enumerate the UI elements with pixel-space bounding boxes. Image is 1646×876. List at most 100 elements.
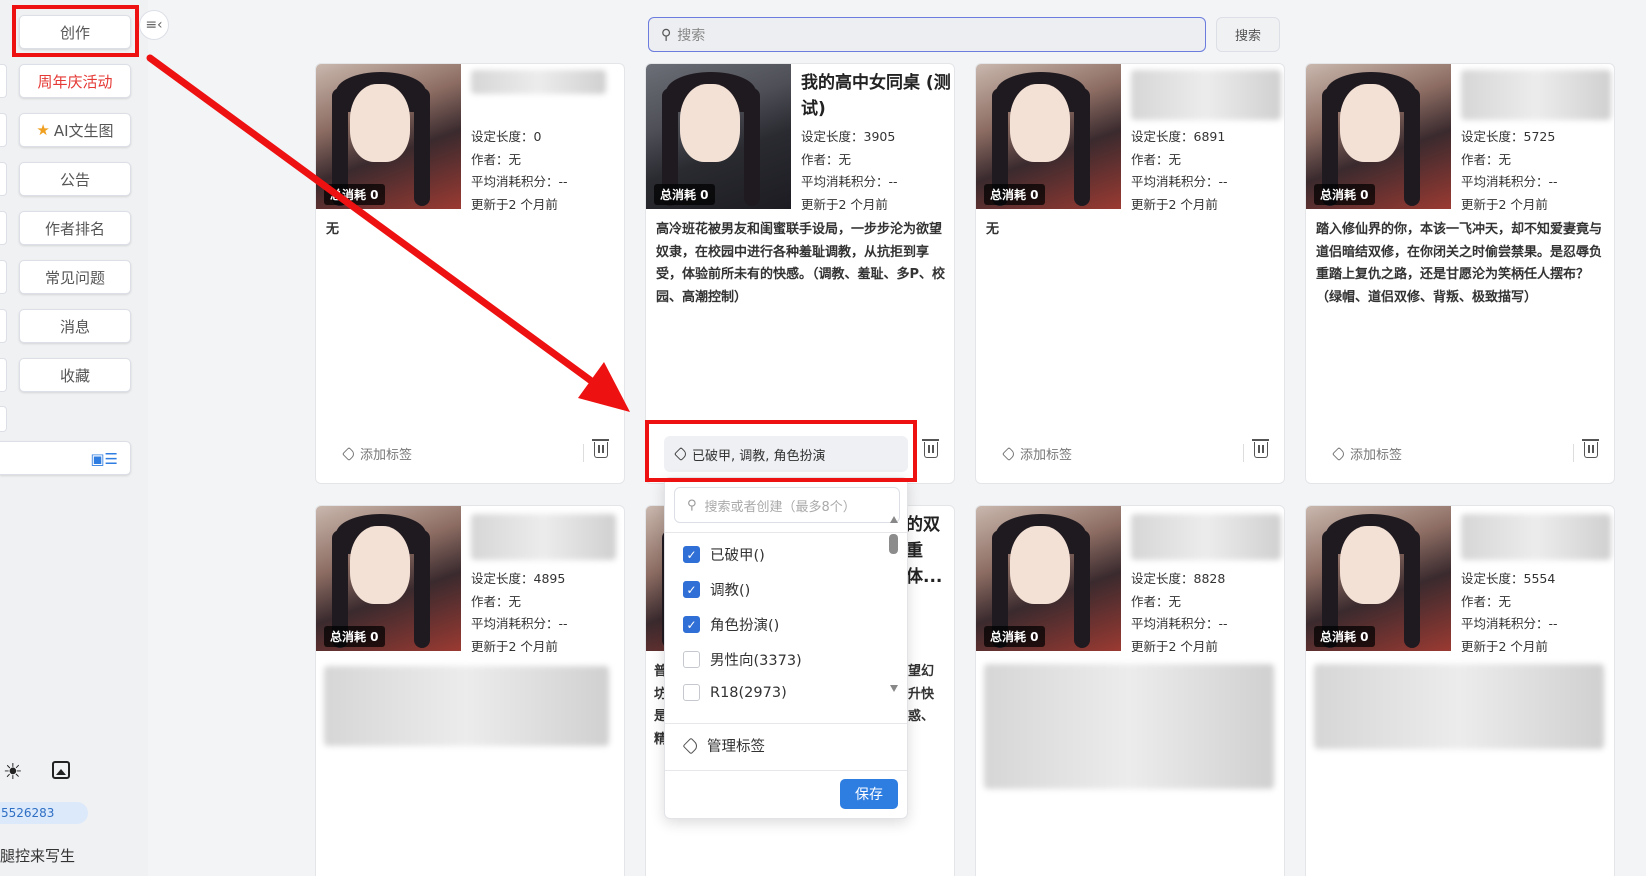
search-icon: ⚲ — [661, 26, 672, 43]
sidebar-stub — [0, 309, 7, 343]
card-description-fragment: 望幻 升快 惑、 — [908, 664, 935, 724]
blurred-title — [471, 70, 606, 94]
star-icon: ★ — [36, 121, 50, 139]
total-cost-badge: 总消耗 0 — [1314, 626, 1375, 647]
card[interactable]: 总消耗 0 设定长度：4895 作者：无 平均消耗积分：-- 更新于2 个月前 — [315, 505, 625, 876]
card-thumbnail: 总消耗 0 — [976, 64, 1121, 209]
sidebar-stub — [0, 406, 7, 432]
card-thumbnail: 总消耗 0 — [316, 506, 461, 651]
tag-option[interactable]: 男性向(3373) — [683, 649, 802, 670]
ai-image-button[interactable]: ★ AI文生图 — [19, 113, 131, 147]
card-description: 无 — [986, 222, 1000, 237]
add-tag-button[interactable]: 添加标签 — [341, 444, 412, 463]
tag-option[interactable]: ✓ 已破甲() — [683, 544, 765, 565]
search-button[interactable]: 搜索 — [1216, 17, 1280, 52]
card[interactable]: 总消耗 0 设定长度：8828 作者：无 平均消耗积分：-- 更新于2 个月前 — [975, 505, 1285, 876]
trash-icon[interactable] — [1252, 439, 1269, 458]
checkbox-unchecked[interactable] — [683, 651, 700, 668]
checkbox-checked[interactable]: ✓ — [683, 616, 700, 633]
card-title: 的双重体... — [906, 515, 943, 587]
trash-icon[interactable] — [592, 439, 609, 458]
card-thumbnail: 总消耗 0 — [316, 64, 461, 209]
trash-icon[interactable] — [1582, 439, 1599, 458]
user-name: 腿控来写生 — [0, 847, 76, 865]
card-footer: 添加标签 — [976, 428, 1284, 483]
save-button[interactable]: 保存 — [840, 779, 898, 809]
card-title: 我的高中女同桌 (测试) — [801, 73, 951, 119]
sidebar: 创作 周年庆活动 ★ AI文生图 公告 作者排名 常见问题 消息 收藏 ▣☰ ☀ … — [0, 0, 148, 876]
messages-button[interactable]: 消息 — [19, 309, 131, 343]
sidebar-stub — [0, 64, 7, 98]
blurred-description — [984, 664, 1274, 789]
tag-option[interactable]: R18(2973) — [683, 684, 787, 701]
manage-tags-button[interactable]: 管理标签 — [682, 735, 765, 756]
blurred-title — [1461, 70, 1611, 120]
card-meta: 设定长度：3905 作者：无 平均消耗积分：-- 更新于2 个月前 — [801, 129, 898, 212]
layout-icon: ▣☰ — [90, 450, 118, 468]
annotation-box — [645, 420, 917, 482]
card-description: 高冷班花被男友和闺蜜联手设局，一步步沦为欲望奴隶，在校园中进行各种羞耻调教，从抗… — [656, 222, 946, 305]
image-icon[interactable] — [52, 761, 70, 779]
tag-icon — [1331, 446, 1347, 461]
blurred-title — [1131, 514, 1281, 560]
total-cost-badge: 总消耗 0 — [324, 626, 385, 647]
search-input[interactable]: ⚲ 搜索 — [648, 17, 1206, 52]
search-icon: ⚲ — [687, 497, 697, 513]
favorites-button[interactable]: 收藏 — [19, 358, 131, 392]
card-thumbnail: 总消耗 0 — [1306, 506, 1451, 651]
total-cost-badge: 总消耗 0 — [324, 184, 385, 205]
card[interactable]: 总消耗 0 设定长度：5554 作者：无 平均消耗积分：-- 更新于2 个月前 — [1305, 505, 1615, 876]
trash-icon[interactable] — [922, 439, 939, 458]
card-footer: 添加标签 — [1306, 428, 1614, 483]
card[interactable]: 总消耗 0 设定长度：5725 作者：无 平均消耗积分：-- 更新于2 个月前 … — [1305, 63, 1615, 484]
sidebar-stub — [0, 113, 7, 147]
annotation-box — [12, 5, 139, 57]
author-rank-button[interactable]: 作者排名 — [19, 211, 131, 245]
tag-option[interactable]: ✓ 角色扮演() — [683, 614, 779, 635]
total-cost-badge: 总消耗 0 — [654, 184, 715, 205]
layout-toggle-bar[interactable]: ▣☰ — [0, 441, 131, 475]
dropdown-scrollbar[interactable] — [889, 516, 899, 692]
card-description: 踏入修仙界的你，本该一飞冲天，却不知爱妻竟与道侣暗结双修，在你闭关之时偷尝禁果。… — [1316, 222, 1603, 305]
tag-icon — [1001, 446, 1017, 461]
collapse-sidebar-icon[interactable]: ≡‹ — [139, 10, 169, 40]
card-meta: 设定长度：5725 作者：无 平均消耗积分：-- 更新于2 个月前 — [1461, 129, 1558, 212]
card-meta: 设定长度：0 作者：无 平均消耗积分：-- 更新于2 个月前 — [471, 129, 568, 212]
card-meta: 设定长度：5554 作者：无 平均消耗积分：-- 更新于2 个月前 — [1461, 571, 1558, 654]
sidebar-stub — [0, 260, 7, 294]
blurred-description — [324, 666, 609, 746]
add-tag-button[interactable]: 添加标签 — [1001, 444, 1072, 463]
card[interactable]: 总消耗 0 设定长度：0 作者：无 平均消耗积分：-- 更新于2 个月前 无 添… — [315, 63, 625, 484]
notice-button[interactable]: 公告 — [19, 162, 131, 196]
blurred-title — [1131, 70, 1281, 120]
card[interactable]: 总消耗 0 设定长度：6891 作者：无 平均消耗积分：-- 更新于2 个月前 … — [975, 63, 1285, 484]
total-cost-badge: 总消耗 0 — [984, 626, 1045, 647]
card-thumbnail: 总消耗 0 — [1306, 64, 1451, 209]
tag-search-input[interactable]: ⚲ 搜索或者创建（最多8个） — [674, 487, 900, 523]
card-meta: 设定长度：8828 作者：无 平均消耗积分：-- 更新于2 个月前 — [1131, 571, 1228, 654]
faq-button[interactable]: 常见问题 — [19, 260, 131, 294]
tag-icon — [682, 737, 700, 754]
sun-icon[interactable]: ☀ — [3, 760, 23, 785]
sidebar-stub — [0, 211, 7, 245]
card-description: 无 — [326, 222, 340, 237]
add-tag-button[interactable]: 添加标签 — [1331, 444, 1402, 463]
checkbox-checked[interactable]: ✓ — [683, 581, 700, 598]
blurred-description — [1314, 664, 1604, 749]
blurred-title — [1461, 514, 1611, 560]
checkbox-checked[interactable]: ✓ — [683, 546, 700, 563]
tag-dropdown: ⚲ 搜索或者创建（最多8个） ✓ 已破甲() ✓ 调教() ✓ 角色扮演() 男性向(3… — [664, 477, 908, 819]
sidebar-stub — [0, 162, 7, 196]
tag-icon — [341, 446, 357, 461]
total-cost-badge: 总消耗 0 — [984, 184, 1045, 205]
card-footer: 添加标签 — [316, 428, 624, 483]
anniversary-button[interactable]: 周年庆活动 — [19, 64, 131, 98]
tag-option[interactable]: ✓ 调教() — [683, 579, 750, 600]
card-thumbnail: 总消耗 0 — [646, 64, 791, 209]
card-thumbnail: 总消耗 0 — [976, 506, 1121, 651]
card-meta: 设定长度：4895 作者：无 平均消耗积分：-- 更新于2 个月前 — [471, 571, 568, 654]
sidebar-stub — [0, 358, 7, 392]
user-id-badge: 5526283 — [0, 802, 88, 824]
card-meta: 设定长度：6891 作者：无 平均消耗积分：-- 更新于2 个月前 — [1131, 129, 1228, 212]
checkbox-unchecked[interactable] — [683, 684, 700, 701]
